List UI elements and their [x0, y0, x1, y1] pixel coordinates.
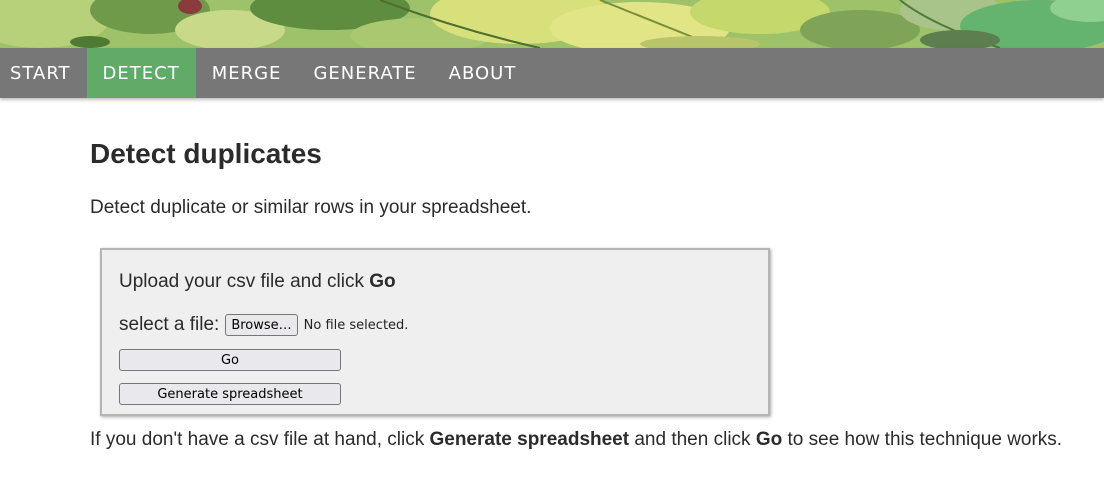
upload-instructions: Upload your csv file and click Go [119, 271, 396, 293]
nav-item-start[interactable]: START [0, 48, 87, 98]
file-status-text: No file selected. [303, 317, 409, 333]
page-intro: Detect duplicate or similar rows in your… [90, 197, 532, 218]
upload-form-panel: Upload your csv file and click Go select… [100, 248, 770, 416]
help-note-text-2: and then click [629, 429, 756, 450]
watercolor-leaves-illustration [0, 0, 1104, 48]
help-note: If you don't have a csv file at hand, cl… [90, 429, 1062, 451]
nav-item-label: GENERATE [313, 62, 417, 84]
go-button[interactable]: Go [119, 349, 341, 371]
help-note-go: Go [755, 429, 783, 450]
page-title: Detect duplicates [90, 138, 322, 169]
header-banner-image [0, 0, 1104, 48]
nav-item-generate[interactable]: GENERATE [297, 48, 432, 98]
file-select-row: select a file: Browse… No file selected. [119, 314, 408, 336]
upload-instructions-text: Upload your csv file and click [119, 271, 370, 292]
help-note-generate: Generate spreadsheet [429, 429, 630, 450]
help-note-text-3: to see how this technique works. [782, 429, 1063, 450]
nav-item-label: MERGE [211, 62, 282, 84]
help-note-text-1: If you don't have a csv file at hand, cl… [90, 429, 430, 450]
nav-item-label: DETECT [102, 62, 180, 84]
generate-spreadsheet-button[interactable]: Generate spreadsheet [119, 383, 341, 405]
nav-item-detect[interactable]: DETECT [86, 48, 196, 98]
file-select-label: select a file: [119, 314, 220, 335]
nav-item-merge[interactable]: MERGE [196, 48, 298, 98]
main-navigation: START DETECT MERGE GENERATE ABOUT [0, 48, 1104, 98]
nav-item-label: START [10, 62, 71, 84]
upload-instructions-go: Go [369, 271, 396, 292]
nav-item-label: ABOUT [448, 62, 517, 84]
browse-file-button[interactable]: Browse… [225, 314, 298, 336]
nav-item-about[interactable]: ABOUT [433, 48, 533, 98]
